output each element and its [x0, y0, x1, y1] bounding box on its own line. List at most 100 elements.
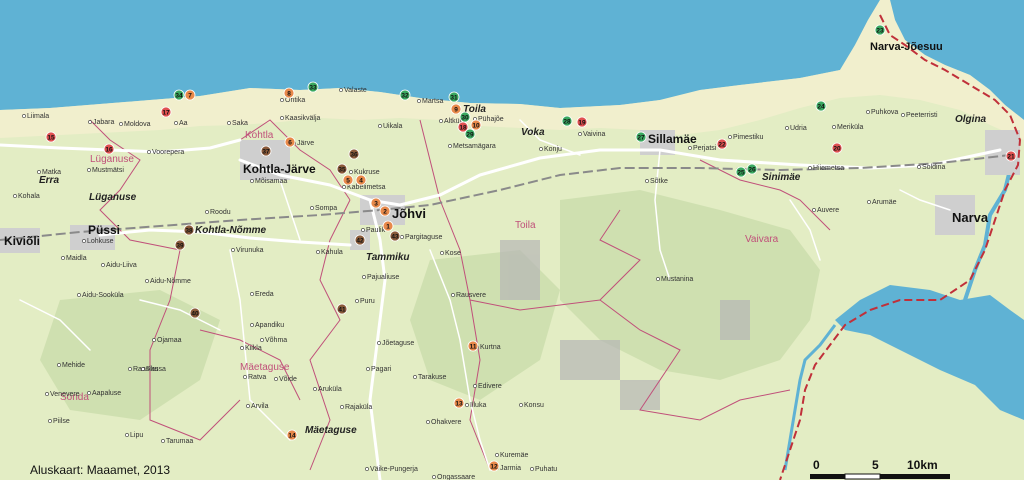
village-dot-kose — [440, 251, 444, 255]
marker-22: 22 — [716, 138, 728, 150]
village-dot-ongassaare — [432, 475, 436, 479]
village-dot-peeterristi — [901, 113, 905, 117]
village-label-pargitaguse: Pargitaguse — [405, 234, 442, 241]
village-dot-ojamaa — [152, 338, 156, 342]
marker-28: 28 — [561, 115, 573, 127]
marker-20: 20 — [831, 142, 843, 154]
village-dot-liimala — [22, 114, 26, 118]
marker-21: 21 — [1005, 150, 1017, 162]
village-dot-metsamagara — [448, 144, 452, 148]
marker-label-29: 29 — [466, 132, 474, 139]
marker-label-19: 19 — [578, 120, 586, 127]
city-label-kohtla-jarve: Kohtla-Järve — [243, 162, 316, 176]
village-label-arumae: Arumäe — [872, 199, 897, 206]
marker-label-32: 32 — [401, 93, 409, 100]
village-label-ratva: Ratva — [248, 374, 266, 381]
village-dot-vaike-pungerja — [365, 467, 369, 471]
marker-29: 29 — [464, 128, 476, 140]
village-dot-rajakula — [340, 405, 344, 409]
muni-label-maetaguse: Mäetaguse — [240, 362, 290, 373]
marker-2: 2 — [379, 205, 391, 217]
city-label-johvi: Jõhvi — [392, 206, 426, 221]
marker-42: 42 — [354, 234, 366, 246]
village-dot-konju — [539, 147, 543, 151]
marker-label-18: 18 — [459, 125, 467, 132]
village-label-maidla: Maidla — [66, 255, 87, 262]
village-label-saka: Saka — [232, 120, 248, 127]
marker-13: 13 — [453, 397, 465, 409]
village-dot-lipu — [125, 433, 129, 437]
village-dot-tarakuse — [413, 375, 417, 379]
muni-label-toila: Toila — [515, 220, 536, 231]
city-label-narva-joesuu: Narva-Jõesuu — [870, 41, 943, 53]
city-label-kivioli: Kiviõli — [4, 234, 40, 248]
city-label-narva: Narva — [952, 210, 989, 225]
village-label-tarakuse: Tarakuse — [418, 374, 447, 381]
marker-label-4: 4 — [359, 178, 363, 185]
village-dot-jabara — [88, 120, 92, 124]
village-dot-mehide — [57, 363, 61, 367]
village-label-pagari: Pagari — [371, 366, 392, 373]
marker-label-5: 5 — [346, 178, 350, 185]
village-dot-pajualiuse — [362, 275, 366, 279]
village-label-kuremae: Kuremäe — [500, 452, 529, 459]
muni-label-luganuse: Lüganuse — [90, 154, 134, 165]
village-dot-mustanina — [656, 277, 660, 281]
village-label-jostaguse: Jõetaguse — [382, 340, 414, 347]
village-label-venevere: Venevere — [50, 391, 80, 398]
marker-30: 30 — [459, 111, 471, 123]
marker-label-22: 22 — [718, 142, 726, 149]
marker-1: 1 — [382, 220, 394, 232]
village-label-kabelimetsa: Kabelimetsa — [347, 184, 386, 191]
muni-label-kohtla: Kohtla — [245, 130, 274, 141]
marker-label-25: 25 — [737, 170, 745, 177]
area-label-maetaguse: Mäetaguse — [305, 425, 357, 436]
marker-34: 34 — [173, 89, 185, 101]
marker-27: 27 — [635, 131, 647, 143]
village-dot-aidu-sookula — [77, 293, 81, 297]
marker-label-11: 11 — [470, 344, 477, 351]
village-label-lipu: Lipu — [130, 432, 143, 439]
village-label-puhkova: Puhkova — [871, 109, 898, 116]
village-label-kahula: Kahula — [321, 249, 343, 256]
village-label-sompa: Sompa — [315, 205, 337, 212]
village-label-illuka: Illuka — [470, 402, 486, 409]
village-label-aidu-liiva: Aidu-Liiva — [106, 262, 137, 269]
village-label-martsa: Martsa — [422, 98, 444, 105]
marker-24: 24 — [815, 100, 827, 112]
village-label-vaike-pungerja: Väike-Pungerja — [370, 466, 418, 473]
marker-label-20: 20 — [833, 146, 841, 153]
village-label-voide: Võide — [279, 376, 297, 383]
village-dot-tarumaa — [161, 439, 165, 443]
village-label-roodu: Roodu — [210, 209, 231, 216]
village-dot-edivere — [473, 384, 477, 388]
area-label-kohtla-nomme: Kohtla-Nõmme — [195, 225, 267, 236]
village-dot-moldova — [119, 122, 123, 126]
village-dot-merikula — [832, 125, 836, 129]
village-dot-maidla — [61, 256, 65, 260]
village-label-jarve: Järve — [297, 140, 314, 147]
marker-10: 10 — [470, 119, 482, 131]
marker-label-33: 33 — [309, 85, 317, 92]
marker-37: 37 — [260, 145, 272, 157]
marker-label-17: 17 — [162, 110, 170, 117]
marker-label-14: 14 — [288, 433, 296, 440]
village-label-arukula: Aruküla — [318, 386, 342, 393]
marker-41: 41 — [336, 303, 348, 315]
village-dot-valaste — [339, 88, 343, 92]
marker-label-15: 15 — [47, 135, 55, 142]
village-dot-aa-paluse — [87, 391, 91, 395]
village-dot-vaivina — [578, 132, 582, 136]
marker-label-6: 6 — [288, 140, 292, 147]
village-label-liimala: Liimala — [27, 113, 49, 120]
village-dot-uikala — [378, 124, 382, 128]
village-label-metsamagara: Metsamägara — [453, 143, 496, 150]
marker-label-10: 10 — [472, 123, 480, 130]
marker-label-9: 9 — [454, 107, 458, 114]
village-dot-auvere — [812, 208, 816, 212]
scale-label-5: 5 — [872, 458, 879, 472]
marker-8: 8 — [283, 87, 295, 99]
marker-label-12: 12 — [490, 464, 498, 471]
village-label-auvere: Auvere — [817, 207, 839, 214]
village-dot-jostaguse — [377, 341, 381, 345]
